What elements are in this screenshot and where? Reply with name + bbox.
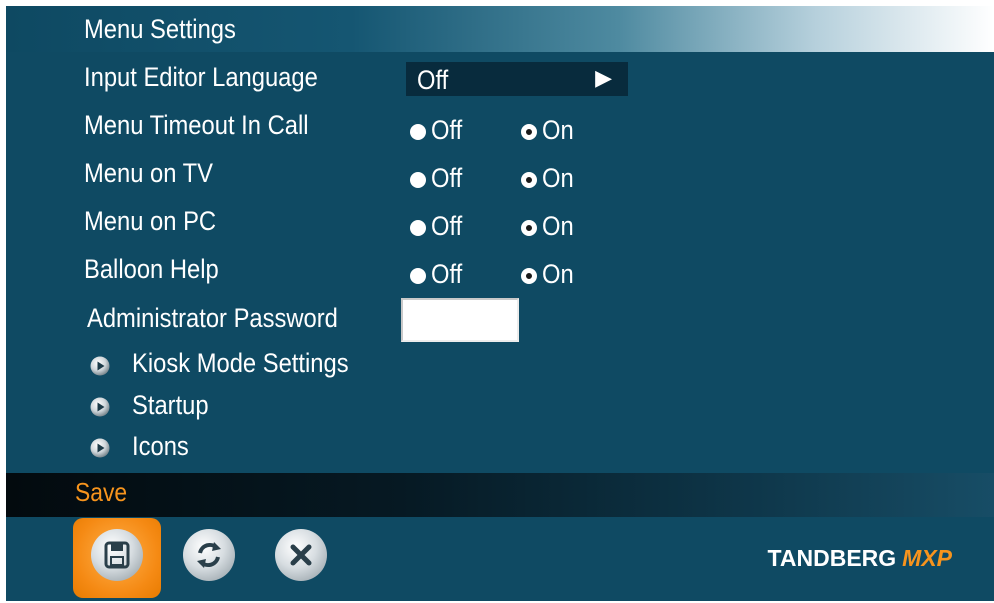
window-title: Menu Settings xyxy=(84,14,236,44)
radio-label-off: Off xyxy=(431,259,463,289)
title-bar: Menu Settings xyxy=(6,6,994,52)
menu-settings-window: Menu Settings Input Editor Language Off … xyxy=(6,6,994,601)
input-editor-language-label: Input Editor Language xyxy=(84,62,318,92)
refresh-icon xyxy=(197,542,221,568)
play-circle-icon xyxy=(90,397,110,417)
save-button[interactable] xyxy=(91,529,143,581)
play-circle-icon xyxy=(90,438,110,458)
submenu-label: Kiosk Mode Settings xyxy=(132,348,349,378)
radio-selected-icon xyxy=(521,220,537,236)
radio-label-off: Off xyxy=(431,115,463,145)
submenu-label: Startup xyxy=(132,390,209,420)
action-label-bar: Save xyxy=(6,473,994,517)
refresh-button[interactable] xyxy=(183,529,235,581)
brand-name: TANDBERG xyxy=(767,545,897,571)
radio-label-on: On xyxy=(542,163,574,193)
brand-suffix: MXP xyxy=(902,545,952,571)
radio-selected-icon xyxy=(521,172,537,188)
submenu-label: Icons xyxy=(132,431,189,461)
close-icon xyxy=(290,544,312,566)
radio-unselected-icon xyxy=(410,220,426,236)
radio-selected-icon xyxy=(521,268,537,284)
administrator-password-label: Administrator Password xyxy=(87,303,338,333)
cancel-button[interactable] xyxy=(275,529,327,581)
radio-label-off: Off xyxy=(431,211,463,241)
radio-label-on: On xyxy=(542,115,574,145)
radio-label-off: Off xyxy=(431,163,463,193)
menu-on-pc-label: Menu on PC xyxy=(84,206,217,236)
brand-logo: TANDBERG MXP xyxy=(768,545,952,572)
radio-label-on: On xyxy=(542,259,574,289)
play-circle-icon xyxy=(90,356,110,376)
administrator-password-field[interactable] xyxy=(401,298,519,342)
input-editor-language-value: Off xyxy=(417,65,449,95)
radio-unselected-icon xyxy=(410,124,426,140)
arrow-right-icon: ▶ xyxy=(595,65,612,90)
radio-selected-icon xyxy=(521,124,537,140)
menu-timeout-in-call-label: Menu Timeout In Call xyxy=(84,110,309,140)
radio-unselected-icon xyxy=(410,268,426,284)
menu-on-tv-label: Menu on TV xyxy=(84,158,214,188)
input-editor-language-select[interactable]: Off ▶ xyxy=(406,62,628,96)
bottom-toolbar: TANDBERG MXP xyxy=(6,517,994,601)
action-label: Save xyxy=(75,477,128,507)
floppy-disk-icon xyxy=(104,541,130,569)
balloon-help-label: Balloon Help xyxy=(84,254,219,284)
radio-label-on: On xyxy=(542,211,574,241)
radio-unselected-icon xyxy=(410,172,426,188)
